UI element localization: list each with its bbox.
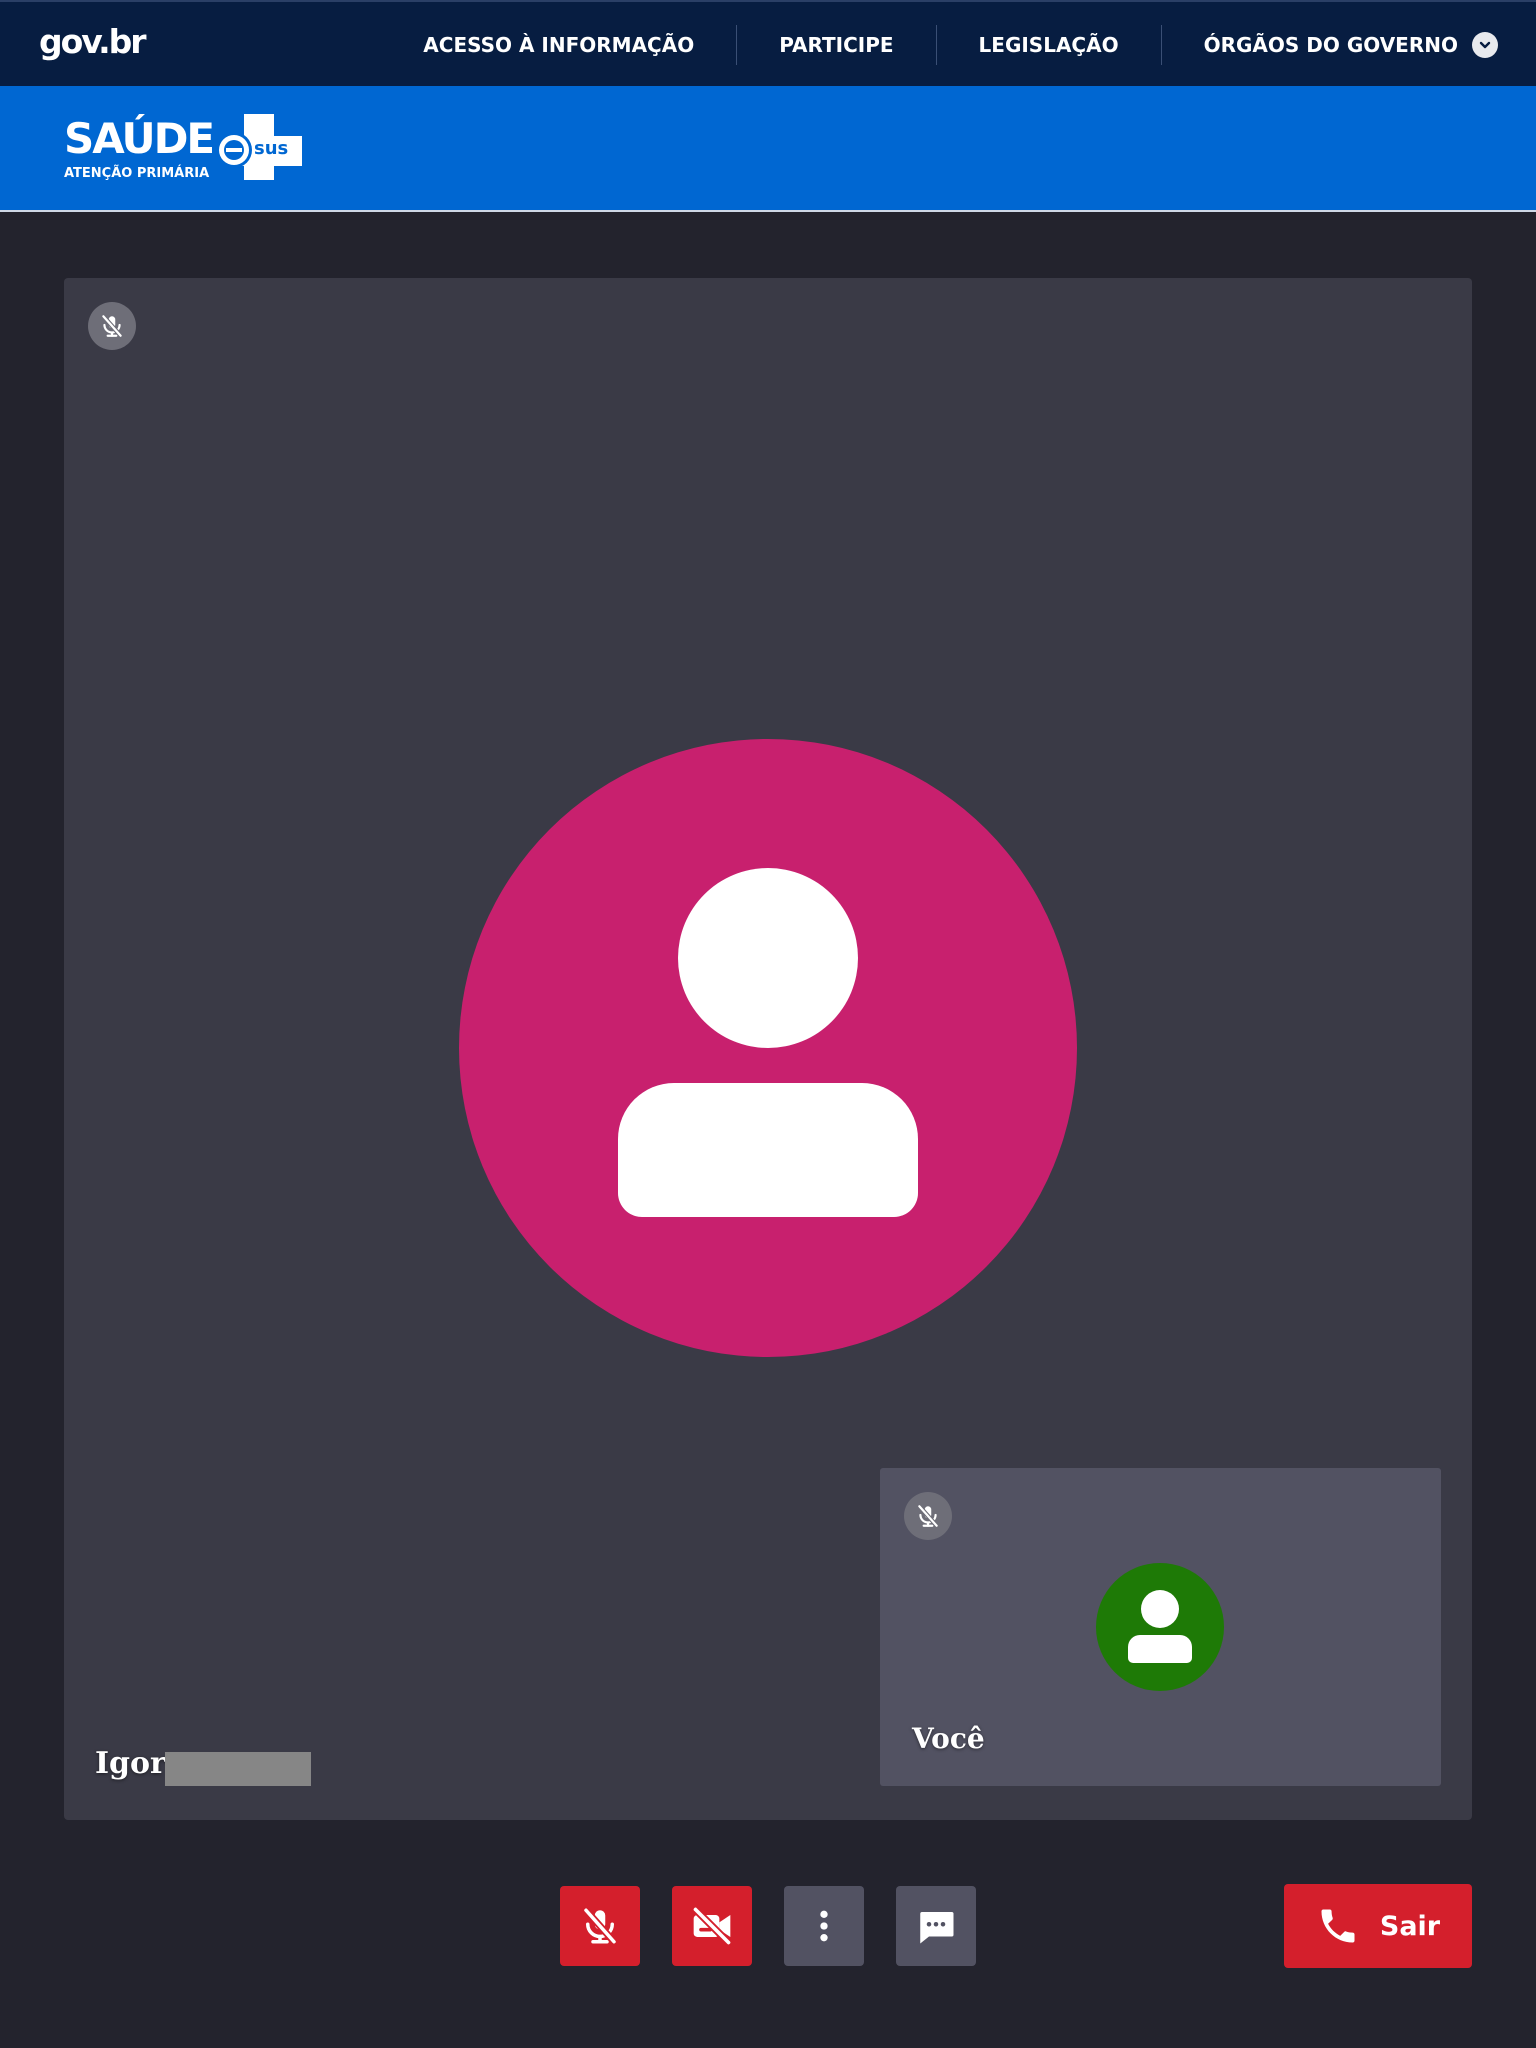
saude-esus-logo[interactable]: SAÚDE sus ATENÇÃO PRIMÁRIA [64,112,304,192]
app-header: SAÚDE sus ATENÇÃO PRIMÁRIA [0,86,1536,212]
nav-legislacao[interactable]: LEGISLAÇÃO [937,25,1161,65]
remote-name-text: Igor [95,1746,166,1781]
mic-off-icon [904,1492,952,1540]
phone-icon [1321,1909,1355,1943]
remote-participant-name: Igor [95,1746,166,1781]
video-stage: Igor Você [64,278,1472,1820]
mic-off-icon [88,302,136,350]
brand-badge: sus [254,138,289,159]
chat-icon [920,1912,954,1944]
chevron-down-icon[interactable] [1472,32,1498,58]
toggle-camera-button[interactable] [672,1886,752,1966]
nav-orgaos-label: ÓRGÃOS DO GOVERNO [1203,33,1458,57]
gov-top-bar: gov.br ACESSO À INFORMAÇÃO PARTICIPE LEG… [0,0,1536,86]
gov-nav: ACESSO À INFORMAÇÃO PARTICIPE LEGISLAÇÃO… [381,2,1536,88]
remote-avatar [459,739,1077,1357]
brand-title: SAÚDE [64,114,215,163]
redacted-surname [165,1752,311,1786]
nav-acesso-informacao[interactable]: ACESSO À INFORMAÇÃO [381,25,736,65]
mic-off-icon [582,1906,618,1946]
camera-off-icon [691,1905,733,1947]
user-icon [1128,1590,1192,1663]
self-participant-name: Você [912,1722,985,1755]
chat-button[interactable] [896,1886,976,1966]
leave-call-button[interactable]: Sair [1284,1884,1472,1968]
nav-orgaos-governo[interactable]: ÓRGÃOS DO GOVERNO [1162,25,1536,65]
self-avatar [1096,1563,1224,1691]
toggle-mic-button[interactable] [560,1886,640,1966]
more-options-button[interactable] [784,1886,864,1966]
leave-label: Sair [1379,1910,1441,1942]
nav-participe[interactable]: PARTICIPE [737,25,935,65]
user-icon [618,868,918,1217]
more-vertical-icon [820,1910,828,1942]
self-video-tile[interactable]: Você [880,1468,1441,1786]
govbr-logo[interactable]: gov.br [39,22,147,61]
brand-subtitle: ATENÇÃO PRIMÁRIA [64,166,210,181]
